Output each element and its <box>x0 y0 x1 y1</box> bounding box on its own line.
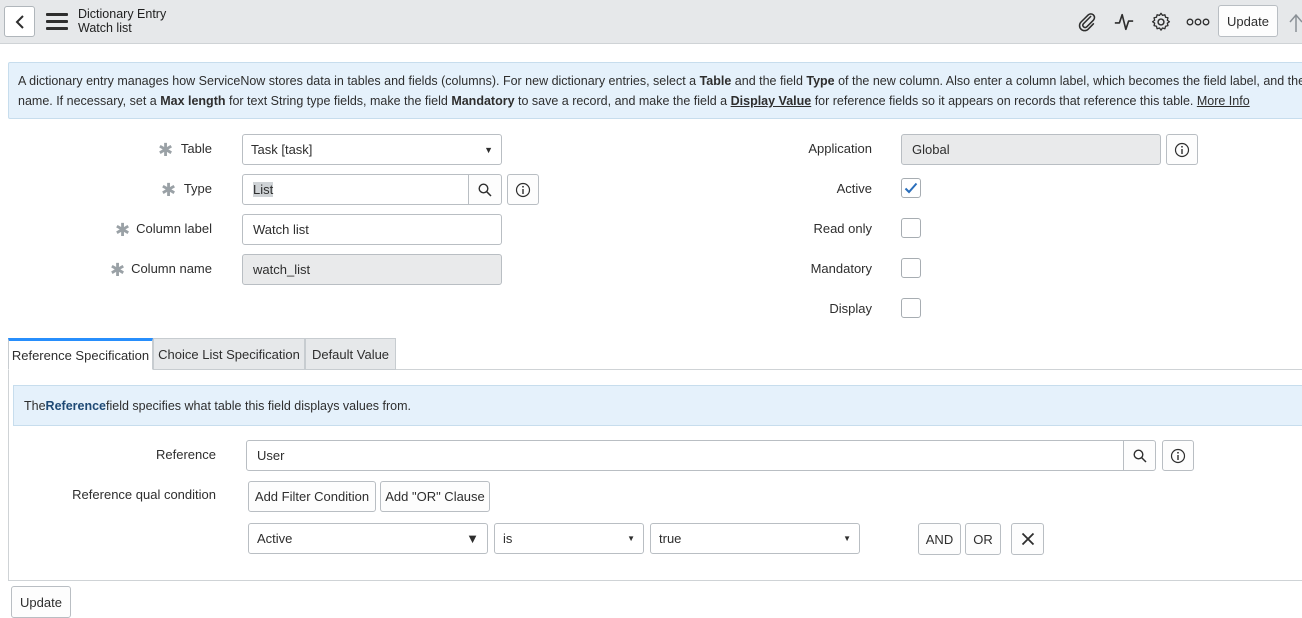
gear-icon[interactable] <box>1147 8 1175 36</box>
record-name: Watch list <box>78 21 132 35</box>
tab-reference-specification[interactable]: Reference Specification <box>8 338 153 370</box>
required-icon: ✱ <box>110 260 126 280</box>
column-name-input[interactable]: watch_list <box>242 254 502 285</box>
update-button-header[interactable]: Update <box>1218 5 1278 37</box>
required-icon: ✱ <box>115 220 131 240</box>
display-value-link[interactable]: Display Value <box>731 94 812 108</box>
hamburger-menu-icon[interactable] <box>46 13 68 31</box>
form-title: Dictionary Entry <box>78 7 167 21</box>
display-checkbox[interactable] <box>901 298 921 318</box>
type-info-button[interactable] <box>507 174 539 205</box>
column-label-label: Column label <box>136 221 212 236</box>
application-info-button[interactable] <box>1166 134 1198 165</box>
scroll-top-icon[interactable] <box>1288 12 1302 34</box>
lookup-button[interactable] <box>468 174 502 205</box>
read-only-checkbox[interactable] <box>901 218 921 238</box>
column-name-label: Column name <box>131 261 212 276</box>
condition-operator-select[interactable]: is ▼ <box>494 523 644 554</box>
more-options-icon[interactable] <box>1184 8 1212 36</box>
dropdown-arrow-icon: ▼ <box>843 534 851 543</box>
tab-default-value[interactable]: Default Value <box>305 338 396 370</box>
condition-value-select[interactable]: true ▼ <box>650 523 860 554</box>
reference-lookup-button[interactable] <box>1123 440 1156 471</box>
add-or-clause-button[interactable]: Add "OR" Clause <box>380 481 490 512</box>
type-input[interactable]: List <box>242 174 469 205</box>
or-button[interactable]: OR <box>965 523 1001 555</box>
and-button[interactable]: AND <box>918 523 961 555</box>
search-icon <box>1132 448 1147 463</box>
chevron-left-icon <box>15 14 24 29</box>
table-label: Table <box>180 141 212 156</box>
display-label: Display <box>829 301 872 316</box>
dropdown-arrow-icon: ▼ <box>466 531 479 546</box>
mandatory-label: Mandatory <box>810 261 872 276</box>
application-input[interactable]: Global <box>901 134 1161 165</box>
active-checkbox[interactable] <box>901 178 921 198</box>
reference-input[interactable]: User <box>246 440 1124 471</box>
reference-label: Reference <box>156 447 216 462</box>
delete-condition-button[interactable] <box>1011 523 1044 555</box>
type-value: List <box>253 182 274 197</box>
form-header <box>0 0 1302 44</box>
application-label: Application <box>808 141 872 156</box>
condition-value: true <box>659 531 682 546</box>
activity-icon[interactable] <box>1110 8 1138 36</box>
info-text: A dictionary entry manages how ServiceNo… <box>18 74 1302 108</box>
column-label-input[interactable]: Watch list <box>242 214 502 245</box>
type-label: Type <box>183 181 212 196</box>
condition-operator-value: is <box>503 531 513 546</box>
checkmark-icon <box>904 182 918 194</box>
info-icon <box>515 182 531 197</box>
info-icon <box>1174 142 1190 157</box>
active-label: Active <box>836 181 872 196</box>
table-select[interactable]: Task [task] ▼ <box>242 134 502 165</box>
back-button[interactable] <box>4 6 35 37</box>
table-value: Task [task] <box>251 142 313 157</box>
paperclip-icon[interactable] <box>1073 8 1101 36</box>
add-filter-condition-button[interactable]: Add Filter Condition <box>248 481 376 512</box>
mandatory-checkbox[interactable] <box>901 258 921 278</box>
condition-field-value: Active <box>257 531 293 546</box>
read-only-label: Read only <box>813 221 872 236</box>
condition-field-select[interactable]: Active ▼ <box>248 523 488 554</box>
dropdown-arrow-icon: ▼ <box>627 534 635 543</box>
reference-info-message: The Reference field specifies what table… <box>13 385 1302 426</box>
search-icon <box>478 182 492 197</box>
reference-qual-label: Reference qual condition <box>72 487 216 502</box>
close-icon <box>1021 532 1034 546</box>
tab-choice-list-specification[interactable]: Choice List Specification <box>153 338 305 370</box>
update-button-footer[interactable]: Update <box>11 586 71 618</box>
info-icon <box>1170 448 1186 463</box>
reference-info-button[interactable] <box>1162 440 1194 471</box>
dropdown-arrow-icon: ▼ <box>484 144 493 155</box>
more-info-link[interactable]: More Info <box>1197 94 1250 108</box>
